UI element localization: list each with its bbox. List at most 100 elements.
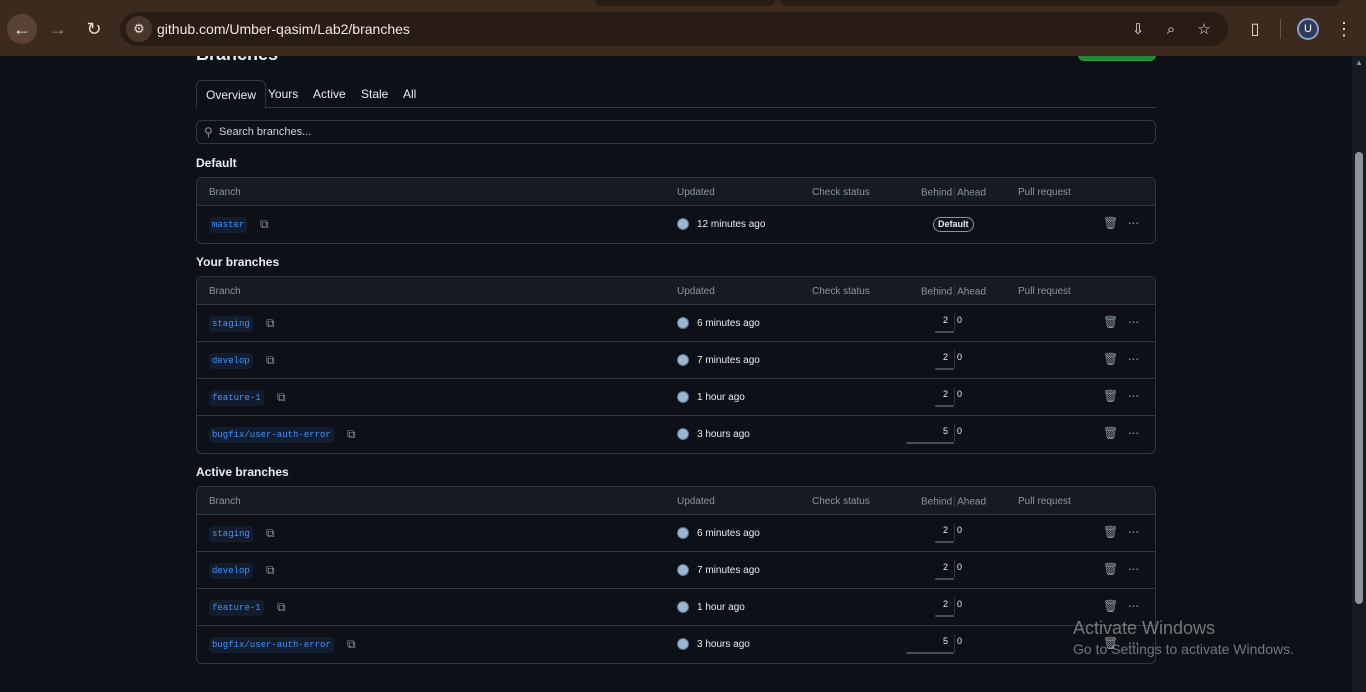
copy-icon[interactable]: ⧉ (266, 316, 280, 330)
install-icon[interactable]: ⇩ (1128, 19, 1148, 39)
updated-time: 6 minutes ago (697, 318, 760, 329)
more-options-icon[interactable]: ··· (1125, 523, 1141, 539)
branch-name-link[interactable]: master (209, 217, 248, 233)
copy-icon[interactable]: ⧉ (260, 217, 274, 231)
copy-icon[interactable]: ⧉ (266, 526, 280, 540)
ahead-count: 0 (957, 426, 963, 436)
col-pull-request: Pull request (1018, 496, 1071, 507)
copy-icon[interactable]: ⧉ (266, 563, 280, 577)
author-avatar[interactable] (677, 638, 689, 650)
branch-name-link[interactable]: bugfix/user-auth-error (209, 427, 334, 443)
branch-name-link[interactable]: staging (209, 526, 253, 542)
copy-icon[interactable]: ⧉ (347, 637, 361, 651)
star-icon[interactable]: ☆ (1194, 19, 1214, 39)
copy-icon[interactable]: ⧉ (277, 390, 291, 404)
branch-name-link[interactable]: develop (209, 563, 253, 579)
author-avatar[interactable] (677, 527, 689, 539)
col-check-status: Check status (812, 187, 870, 198)
trash-icon[interactable]: 🗑 (1103, 315, 1118, 329)
branch-name-link[interactable]: bugfix/user-auth-error (209, 637, 334, 653)
url-text[interactable]: github.com/Umber-qasim/Lab2/branches (157, 21, 410, 37)
author-avatar[interactable] (677, 564, 689, 576)
behind-bar (906, 442, 954, 444)
col-pull-request: Pull request (1018, 286, 1071, 297)
col-divider (954, 187, 956, 199)
col-branch: Branch (209, 187, 241, 198)
updated-time: 7 minutes ago (697, 355, 760, 366)
tab-strip-edge (780, 0, 1340, 6)
branch-name-link[interactable]: staging (209, 316, 253, 332)
author-avatar[interactable] (677, 317, 689, 329)
tab-stale[interactable]: Stale (352, 80, 397, 108)
col-behind-ahead: Behind Ahead (921, 187, 986, 199)
behind-count: 2 (942, 352, 948, 362)
branch-name-link[interactable]: develop (209, 353, 253, 369)
forward-icon[interactable]: → (43, 14, 73, 44)
updated-time: 12 minutes ago (697, 219, 766, 230)
behind-ahead-divider (954, 560, 955, 578)
default-branches-table: Branch Updated Check status Pull request Beh… (196, 177, 1156, 244)
more-options-icon[interactable]: ··· (1125, 313, 1141, 329)
more-options-icon[interactable]: ··· (1125, 214, 1141, 230)
behind-bar (935, 541, 954, 543)
scroll-up-icon[interactable]: ▲ (1355, 58, 1363, 67)
behind-count: 5 (942, 636, 948, 646)
tab-overview[interactable]: Overview (196, 80, 267, 109)
behind-ahead-divider (954, 313, 955, 331)
tab-yours[interactable]: Yours (259, 80, 307, 108)
address-bar[interactable]: ⚙ github.com/Umber-qasim/Lab2/branches ⇩… (120, 12, 1228, 46)
more-options-icon[interactable]: ··· (1125, 597, 1141, 613)
extensions-icon[interactable]: ▯ (1244, 18, 1266, 40)
author-avatar[interactable] (677, 428, 689, 440)
trash-icon[interactable]: 🗑 (1103, 599, 1118, 613)
profile-avatar[interactable]: U (1297, 18, 1319, 40)
search-input[interactable] (219, 123, 1119, 141)
tab-all[interactable]: All (394, 80, 425, 108)
updated-time: 1 hour ago (697, 392, 745, 403)
trash-icon[interactable]: 🗑 (1103, 216, 1118, 230)
trash-icon[interactable]: 🗑 (1103, 389, 1118, 403)
more-options-icon[interactable]: ··· (1125, 560, 1141, 576)
col-branch: Branch (209, 286, 241, 297)
copy-icon[interactable]: ⧉ (277, 600, 291, 614)
trash-icon[interactable]: 🗑 (1103, 562, 1118, 576)
copy-icon[interactable]: ⧉ (266, 353, 280, 367)
behind-ahead-divider (954, 387, 955, 405)
default-badge: Default (933, 217, 974, 232)
tab-active[interactable]: Active (304, 80, 355, 108)
col-pull-request: Pull request (1018, 187, 1071, 198)
table-row: bugfix/user-auth-error ⧉ 3 hours ago 5 0 🗑 ··· (197, 626, 1155, 663)
col-divider (954, 286, 956, 298)
scroll-thumb[interactable] (1355, 152, 1363, 604)
zoom-icon[interactable]: ⌕ (1161, 19, 1181, 39)
trash-icon[interactable]: 🗑 (1103, 352, 1118, 366)
search-box[interactable]: ⚲ (196, 120, 1156, 144)
trash-icon[interactable]: 🗑 (1103, 525, 1118, 539)
more-options-icon[interactable]: ··· (1125, 387, 1141, 403)
branch-name-link[interactable]: feature-1 (209, 600, 264, 616)
reload-icon[interactable]: ↻ (79, 14, 109, 44)
watermark-title: Activate Windows (1073, 618, 1216, 638)
behind-count: 2 (942, 562, 948, 572)
trash-icon[interactable]: 🗑 (1103, 426, 1118, 440)
behind-count: 2 (942, 599, 948, 609)
updated-time: 3 hours ago (697, 429, 750, 440)
author-avatar[interactable] (677, 354, 689, 366)
menu-icon[interactable]: ⋮ (1334, 16, 1354, 42)
site-info-icon[interactable]: ⚙ (126, 16, 152, 42)
browser-toolbar: ← → ↻ ⚙ github.com/Umber-qasim/Lab2/bran… (0, 0, 1366, 56)
more-options-icon[interactable]: ··· (1125, 350, 1141, 366)
author-avatar[interactable] (677, 391, 689, 403)
col-updated: Updated (677, 496, 715, 507)
author-avatar[interactable] (677, 601, 689, 613)
copy-icon[interactable]: ⧉ (347, 427, 361, 441)
scrollbar[interactable]: ▲ (1352, 56, 1366, 692)
branch-name-link[interactable]: feature-1 (209, 390, 264, 406)
more-options-icon[interactable]: ··· (1125, 424, 1141, 440)
author-avatar[interactable] (677, 218, 689, 230)
new-branch-button[interactable] (1078, 56, 1156, 61)
search-icon: ⚲ (204, 125, 213, 139)
back-icon[interactable]: ← (7, 14, 37, 44)
updated-time: 3 hours ago (697, 639, 750, 650)
behind-count: 5 (942, 426, 948, 436)
